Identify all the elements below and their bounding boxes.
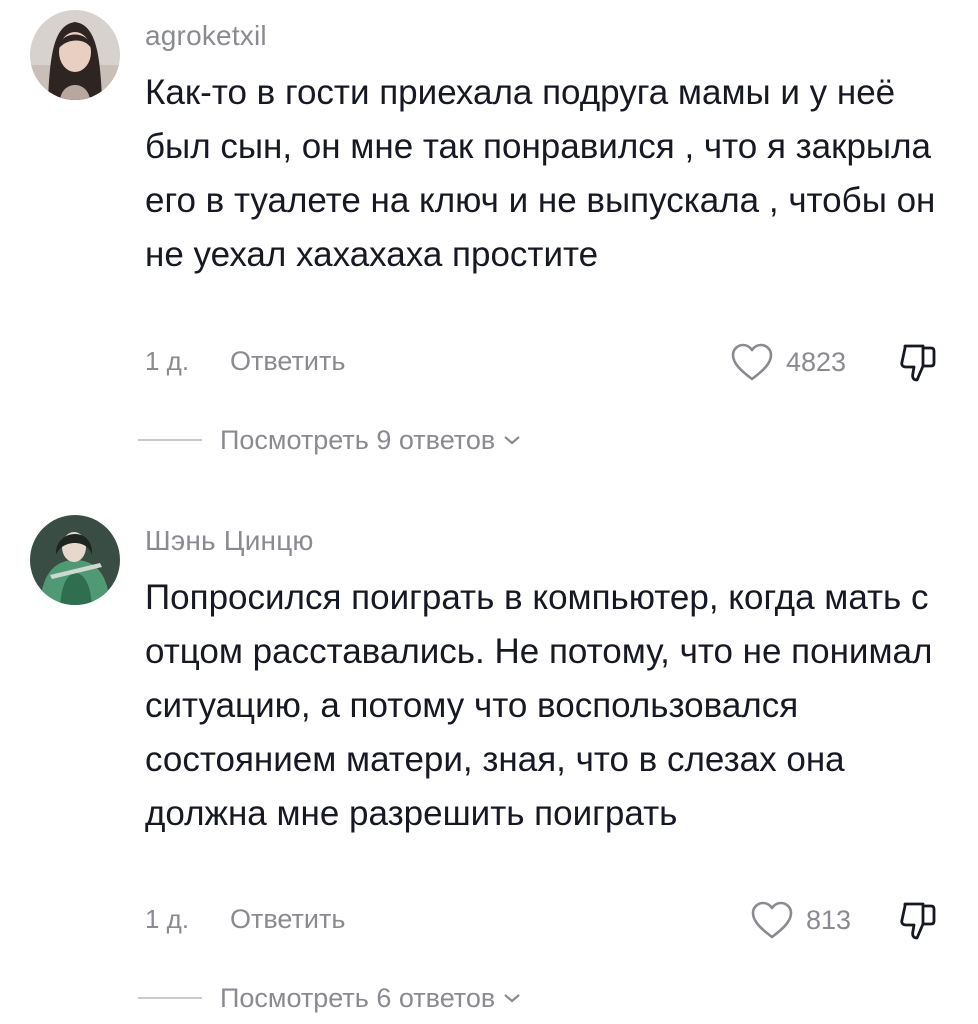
dislike-button[interactable] <box>897 898 941 942</box>
heart-outline-icon <box>731 343 773 381</box>
reply-button[interactable]: Ответить <box>230 904 345 935</box>
heart-outline-icon <box>751 901 793 939</box>
comment-text: Попросился поиграть в компьютер, когда м… <box>145 578 933 833</box>
divider <box>138 439 202 441</box>
thumbs-down-outline-icon <box>900 344 936 382</box>
comment-text: Как-то в гости приехала подруга мамы и у… <box>145 73 936 274</box>
thumbs-down-outline-icon <box>900 902 936 940</box>
username[interactable]: agroketxil <box>145 20 267 52</box>
view-replies-button[interactable]: Посмотреть 6 ответов <box>138 978 521 1018</box>
avatar[interactable] <box>30 10 120 100</box>
view-replies-button[interactable]: Посмотреть 9 ответов <box>138 420 521 460</box>
avatar[interactable] <box>30 515 120 605</box>
comment-meta: 1 д. Ответить 813 <box>145 898 945 942</box>
view-replies-label: Посмотреть 6 ответов <box>220 982 496 1013</box>
like-count: 4823 <box>786 346 847 377</box>
timestamp: 1 д. <box>145 904 190 934</box>
divider <box>138 997 202 999</box>
like-button[interactable]: 4823 <box>730 340 846 384</box>
like-button[interactable]: 813 <box>750 898 851 942</box>
comment-meta: 1 д. Ответить 4823 <box>145 340 945 384</box>
chevron-down-icon <box>504 994 520 1003</box>
reply-button[interactable]: Ответить <box>230 346 345 377</box>
like-count: 813 <box>806 904 852 935</box>
timestamp: 1 д. <box>145 346 190 376</box>
view-replies-label: Посмотреть 9 ответов <box>220 424 496 455</box>
dislike-button[interactable] <box>897 340 941 384</box>
comment-item: agroketxil Как-то в гости приехала подру… <box>0 0 978 500</box>
chevron-down-icon <box>504 436 520 445</box>
comment-item: Шэнь Цинцю Попросился поиграть в компьют… <box>0 505 978 1024</box>
username[interactable]: Шэнь Цинцю <box>145 525 314 557</box>
